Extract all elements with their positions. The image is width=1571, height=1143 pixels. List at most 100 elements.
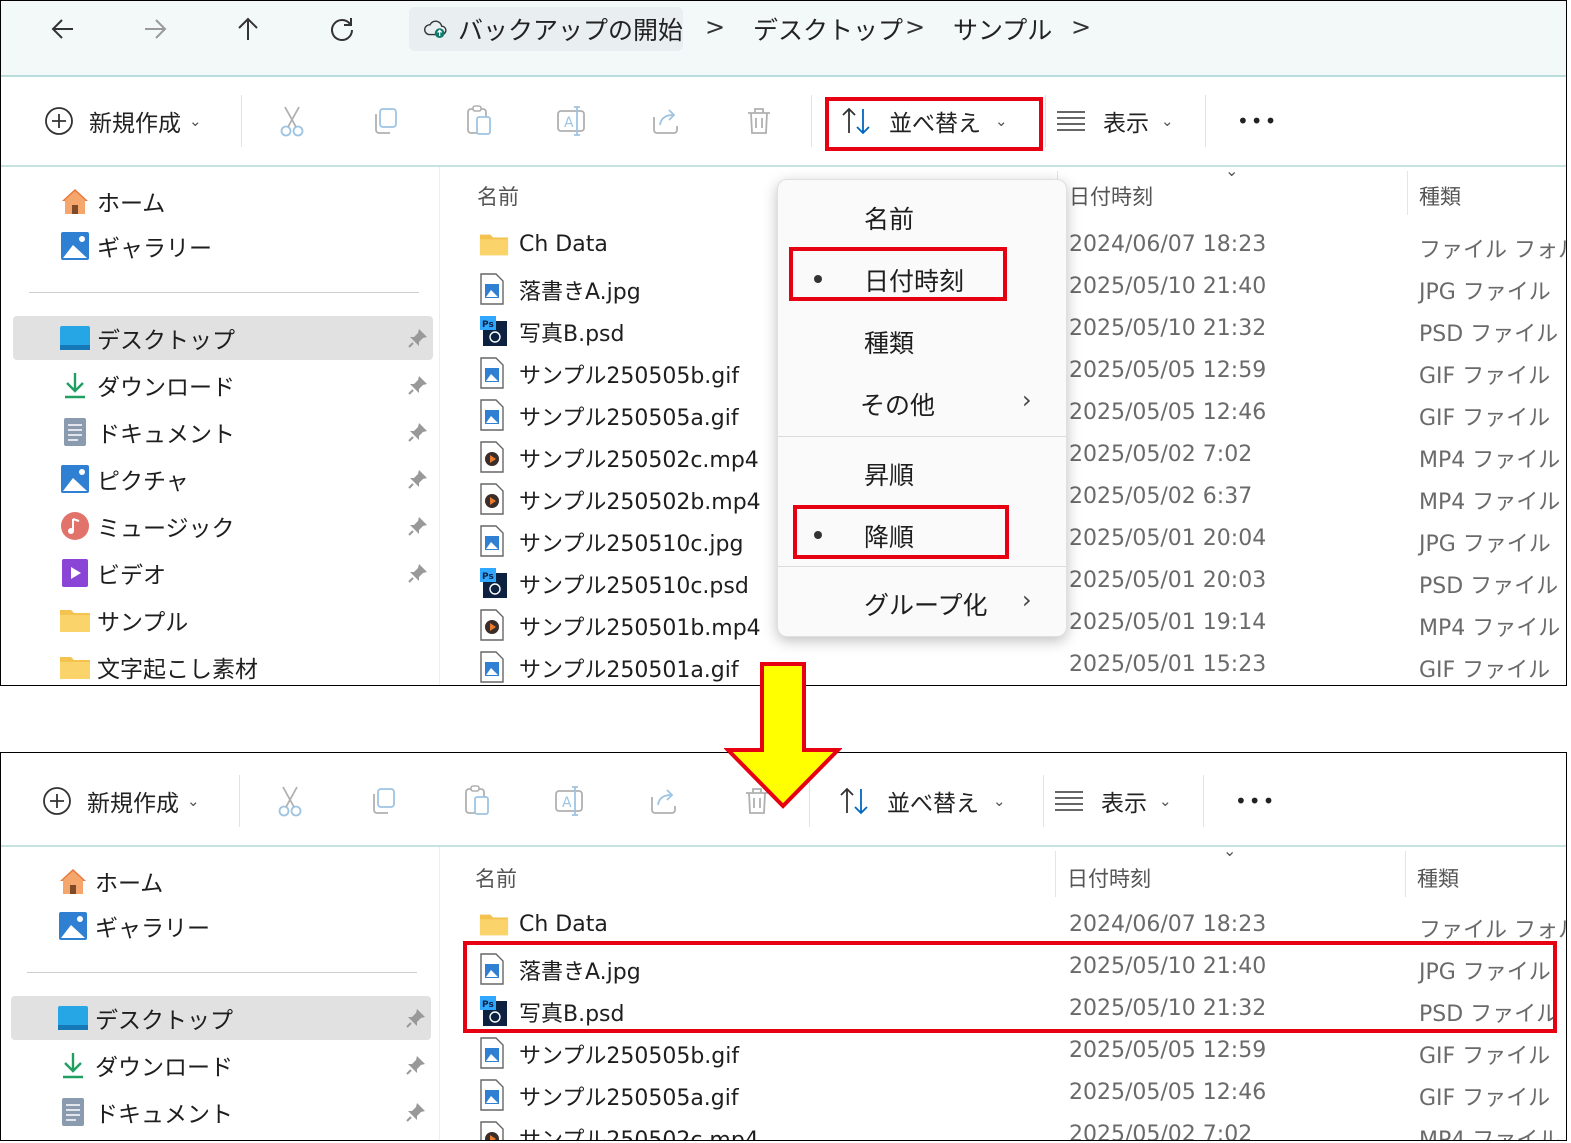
cut-icon [280, 106, 304, 137]
sidebar-item-documents[interactable]: ドキュメント [11, 1090, 431, 1134]
pin-icon[interactable] [407, 374, 429, 396]
paste-button[interactable] [457, 99, 501, 143]
file-date: 2025/05/01 20:03 [1069, 568, 1267, 593]
more-button[interactable]: ••• [1237, 99, 1278, 143]
image-file-icon [479, 357, 509, 389]
file-row[interactable]: Ch Data 2024/06/07 18:23 ファイル フォルダー [441, 907, 1566, 949]
column-header-name[interactable]: 名前 [475, 863, 517, 893]
file-row[interactable]: サンプル250502c.mp4 2025/05/02 7:02 MP4 ファイル [441, 1117, 1566, 1141]
pin-icon[interactable] [405, 1101, 427, 1123]
view-button[interactable]: 表示 ⌄ [1053, 779, 1172, 823]
sidebar-divider [29, 292, 419, 293]
column-header-name[interactable]: 名前 [477, 181, 519, 211]
backup-breadcrumb-label: バックアップの開始 [457, 16, 683, 45]
file-row[interactable]: 落書きA.jpg 2025/05/10 21:40 JPG ファイル [441, 949, 1566, 991]
sidebar-item-desktop[interactable]: デスクトップ [11, 996, 431, 1040]
breadcrumb-sample[interactable]: サンプル [953, 11, 1052, 47]
pin-icon[interactable] [405, 1007, 427, 1029]
sidebar-item-documents[interactable]: ドキュメント [13, 410, 433, 454]
view-button[interactable]: 表示 ⌄ [1055, 99, 1174, 143]
sidebar-item-pictures[interactable]: ピクチャ [13, 457, 433, 501]
up-button[interactable] [228, 11, 268, 47]
sort-menu-item-name[interactable]: 名前 [778, 188, 1066, 244]
file-row[interactable]: Ps 写真B.psd 2025/05/10 21:32 PSD ファイル [441, 991, 1566, 1033]
new-button[interactable]: 新規作成 ⌄ [41, 779, 200, 823]
sidebar-item-gallery[interactable]: ギャラリー [11, 904, 431, 948]
sidebar-item-gallery[interactable]: ギャラリー [13, 224, 433, 268]
file-date: 2025/05/10 21:32 [1069, 316, 1267, 341]
rename-button[interactable]: A [548, 779, 592, 823]
column-header-date[interactable]: 日付時刻 [1067, 863, 1151, 893]
sort-menu-item-descending[interactable]: 降順 [778, 506, 1066, 562]
copy-button[interactable] [361, 779, 405, 823]
column-divider[interactable] [1405, 851, 1406, 897]
pin-icon[interactable] [407, 468, 429, 490]
file-type: MP4 ファイル [1419, 616, 1561, 641]
file-date: 2025/05/02 7:02 [1069, 1122, 1253, 1141]
sort-menu-item-other[interactable]: その他 › [778, 374, 1066, 430]
forward-button[interactable] [135, 11, 175, 47]
breadcrumb-chevron-icon[interactable]: > [705, 13, 725, 41]
column-divider[interactable] [1055, 851, 1056, 897]
sort-menu-item-ascending[interactable]: 昇順 [778, 444, 1066, 500]
breadcrumb-chevron-icon[interactable]: > [905, 13, 925, 41]
sidebar-item-transcription[interactable]: 文字起こし素材 [13, 645, 433, 685]
file-type: JPG ファイル [1419, 960, 1551, 985]
breadcrumb-chevron-icon[interactable]: > [1071, 13, 1091, 41]
pin-icon[interactable] [407, 421, 429, 443]
file-name: 写真B.psd [519, 1002, 625, 1027]
pin-icon[interactable] [405, 1054, 427, 1076]
pin-icon[interactable] [407, 515, 429, 537]
toolbar-divider [241, 95, 242, 147]
pictures-icon [59, 463, 91, 495]
new-button[interactable]: 新規作成 ⌄ [43, 99, 202, 143]
sidebar-item-music[interactable]: ミュージック [13, 504, 433, 548]
sidebar-item-downloads[interactable]: ダウンロード [13, 363, 433, 407]
sort-button-label: 並べ替え [889, 111, 981, 137]
sidebar-item-label: ダウンロード [95, 1055, 233, 1081]
share-button[interactable] [642, 779, 686, 823]
column-header-type[interactable]: 種類 [1419, 181, 1461, 211]
copy-button[interactable] [363, 99, 407, 143]
breadcrumb-desktop[interactable]: デスクトップ [753, 11, 903, 47]
file-row[interactable]: サンプル250505a.gif 2025/05/05 12:46 GIF ファイル [441, 1075, 1566, 1117]
rename-icon: A [555, 786, 583, 816]
more-button[interactable]: ••• [1235, 779, 1276, 823]
sidebar-item-videos[interactable]: ビデオ [13, 551, 433, 595]
column-header-date[interactable]: 日付時刻 [1069, 181, 1153, 211]
paste-button[interactable] [455, 779, 499, 823]
delete-button[interactable] [737, 99, 781, 143]
sort-button[interactable]: 並べ替え ⌄ [837, 779, 1006, 823]
cut-button[interactable] [268, 779, 312, 823]
share-button[interactable] [644, 99, 688, 143]
file-row[interactable]: サンプル250505b.gif 2025/05/05 12:59 GIF ファイル [441, 1033, 1566, 1075]
file-type: GIF ファイル [1419, 658, 1551, 683]
sidebar-item-sample[interactable]: サンプル [13, 598, 433, 642]
chevron-down-icon: ⌄ [995, 112, 1008, 130]
sidebar-item-downloads[interactable]: ダウンロード [11, 1043, 431, 1087]
file-row[interactable]: サンプル250501a.gif 2025/05/01 15:23 GIF ファイル [441, 647, 1566, 685]
pin-icon[interactable] [407, 327, 429, 349]
refresh-button[interactable] [322, 11, 362, 47]
sidebar-item-label: ドキュメント [95, 1102, 233, 1128]
folder-icon [59, 604, 91, 636]
rename-button[interactable]: A [550, 99, 594, 143]
chevron-down-icon: ⌄ [187, 792, 200, 810]
sort-menu-item-date[interactable]: 日付時刻 [778, 250, 1066, 306]
sidebar-item-home[interactable]: ホーム [13, 179, 433, 223]
rename-icon: A [557, 106, 585, 136]
pin-icon[interactable] [407, 562, 429, 584]
sort-button[interactable]: 並べ替え ⌄ [839, 99, 1008, 143]
column-divider[interactable] [1407, 171, 1408, 215]
back-button[interactable] [43, 11, 83, 47]
menu-item-label: 種類 [864, 329, 915, 358]
document-icon [57, 1096, 89, 1128]
sidebar-item-home[interactable]: ホーム [11, 859, 431, 903]
sort-menu-item-type[interactable]: 種類 [778, 312, 1066, 368]
cut-button[interactable] [270, 99, 314, 143]
backup-breadcrumb[interactable]: バックアップの開始 [409, 7, 683, 51]
column-header-type[interactable]: 種類 [1417, 863, 1459, 893]
sidebar-item-label: 文字起こし素材 [97, 657, 258, 683]
sidebar-item-desktop[interactable]: デスクトップ [13, 316, 433, 360]
sort-menu-item-group[interactable]: グループ化 › [778, 574, 1066, 630]
